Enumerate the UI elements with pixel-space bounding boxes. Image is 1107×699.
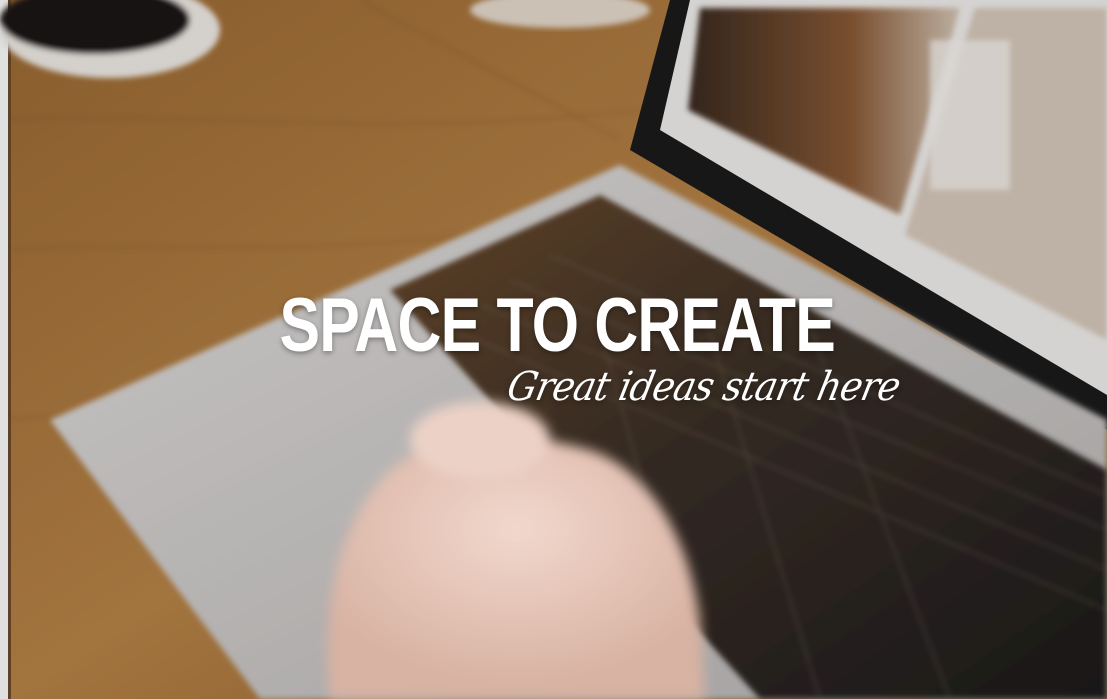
hero-banner: SPACE TO CREATE Great ideas start here: [0, 0, 1107, 699]
hero-title: SPACE TO CREATE: [279, 283, 836, 368]
hero-tagline: Great ideas start here: [503, 364, 905, 410]
